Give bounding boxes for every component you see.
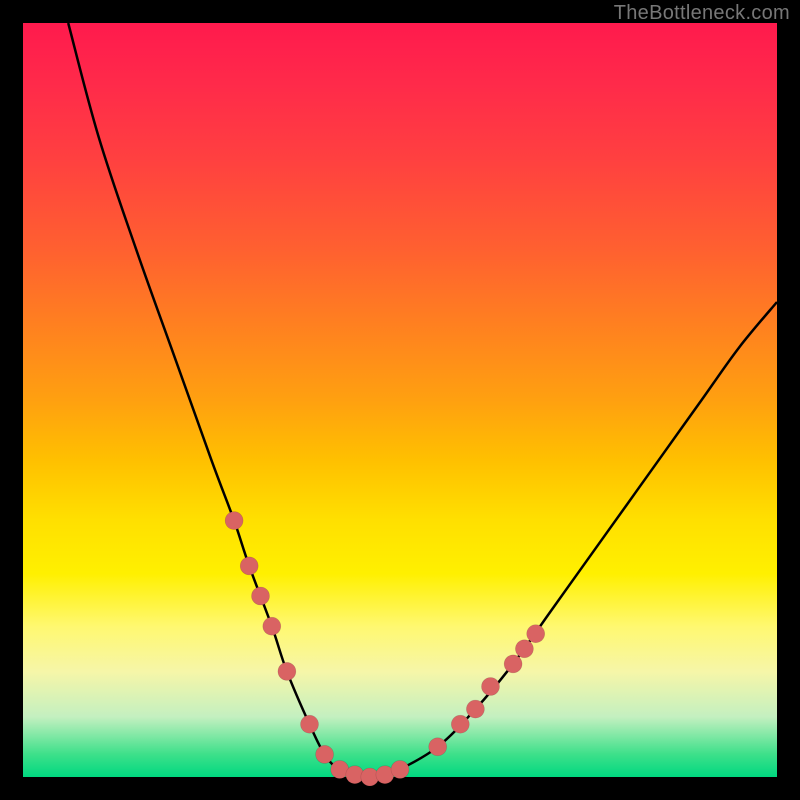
highlight-marker bbox=[301, 715, 319, 733]
highlight-marker bbox=[515, 640, 533, 658]
highlight-markers-group bbox=[225, 512, 545, 786]
highlight-marker bbox=[527, 625, 545, 643]
highlight-marker bbox=[263, 617, 281, 635]
chart-plot-area bbox=[23, 23, 777, 777]
chart-svg bbox=[23, 23, 777, 777]
highlight-marker bbox=[316, 745, 334, 763]
highlight-marker bbox=[278, 662, 296, 680]
highlight-marker bbox=[451, 715, 469, 733]
highlight-marker bbox=[466, 700, 484, 718]
bottleneck-curve bbox=[68, 23, 777, 778]
highlight-marker bbox=[482, 678, 500, 696]
highlight-marker bbox=[225, 512, 243, 530]
highlight-marker bbox=[429, 738, 447, 756]
highlight-marker bbox=[391, 761, 409, 779]
watermark-label: TheBottleneck.com bbox=[614, 2, 790, 25]
highlight-marker bbox=[504, 655, 522, 673]
highlight-marker bbox=[252, 587, 270, 605]
highlight-marker bbox=[240, 557, 258, 575]
